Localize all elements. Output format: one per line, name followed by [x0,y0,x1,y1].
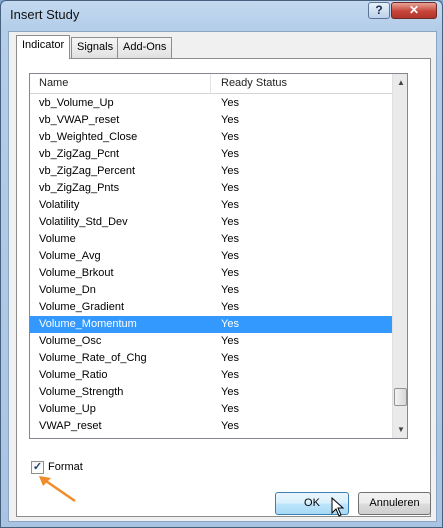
indicator-name: Volume_Ratio [39,369,108,381]
ready-status: Yes [221,199,239,211]
ready-status: Yes [221,148,239,160]
ready-status: Yes [221,335,239,347]
cancel-button[interactable]: Annuleren [358,492,431,515]
ready-status: Yes [221,301,239,313]
indicator-name: Volume_Avg [39,250,101,262]
indicator-name: WeightedClose [39,437,113,438]
indicator-name: Volume_Dn [39,284,96,296]
ready-status: Yes [221,97,239,109]
list-rows: vb_Volume_Up Yes vb_VWAP_reset Yes vb_Weight… [30,95,392,438]
ready-status: Yes [221,386,239,398]
list-item[interactable]: vb_Weighted_Close Yes [30,129,392,146]
list-item[interactable]: WeightedClose Yes [30,435,392,438]
list-item[interactable]: vb_Volume_Up Yes [30,95,392,112]
tab-indicator[interactable]: Indicator [16,35,71,59]
ready-status: Yes [221,216,239,228]
indicator-name: Volume_Momentum [39,318,137,330]
list-item[interactable]: Volume_Avg Yes [30,248,392,265]
list-item[interactable]: Volume_Osc Yes [30,333,392,350]
list-item[interactable]: vb_VWAP_reset Yes [30,112,392,129]
list-item[interactable]: Volume_Rate_of_Chg Yes [30,350,392,367]
list-item[interactable]: Volume_Momentum Yes [30,316,392,333]
indicator-name: Volatility_Std_Dev [39,216,128,228]
help-button[interactable]: ? [368,2,390,19]
indicator-name: Volatility [39,199,80,211]
indicator-name: vb_VWAP_reset [39,114,120,126]
annotation-arrow-icon [39,476,76,503]
insert-study-dialog: Insert Study ? ✕ Indicator Signals Add-O… [0,0,443,528]
list-item[interactable]: vb_ZigZag_Pcnt Yes [30,146,392,163]
ready-status: Yes [221,284,239,296]
indicator-name: vb_ZigZag_Percent [39,165,135,177]
list-item[interactable]: Volume_Brkout Yes [30,265,392,282]
indicator-name: Volume_Up [39,403,96,415]
column-header-ready-status[interactable]: Ready Status [221,77,287,89]
list-item[interactable]: Volume_Up Yes [30,401,392,418]
indicator-name: Volume_Rate_of_Chg [39,352,147,364]
scroll-down-arrow-icon[interactable]: ▼ [393,421,407,438]
tab-signals[interactable]: Signals [71,37,120,58]
indicator-name: vb_ZigZag_Pnts [39,182,120,194]
list-header: Name Ready Status [30,74,392,94]
dialog-client-area: Indicator Signals Add-Ons Name Ready Sta… [8,31,437,522]
indicator-name: VWAP_reset [39,420,102,432]
format-checkbox-label: Format [48,461,83,473]
ready-status: Yes [221,403,239,415]
ready-status: Yes [221,131,239,143]
ready-status: Yes [221,250,239,262]
scroll-thumb[interactable] [394,388,407,406]
indicator-name: Volume_Brkout [39,267,114,279]
ready-status: Yes [221,267,239,279]
indicator-name: vb_Volume_Up [39,97,114,109]
indicator-list[interactable]: Name Ready Status vb_Volume_Up Yes vb_VWAP… [29,73,408,439]
column-header-name[interactable]: Name [39,77,68,89]
window-title: Insert Study [10,7,80,22]
vertical-scrollbar[interactable]: ▲ ▼ [392,74,407,438]
indicator-name: vb_ZigZag_Pcnt [39,148,120,160]
list-item[interactable]: Volume_Dn Yes [30,282,392,299]
scroll-up-arrow-icon[interactable]: ▲ [393,74,407,91]
mouse-pointer-icon [331,497,345,517]
list-item[interactable]: Volume_Strength Yes [30,384,392,401]
indicator-name: Volume_Gradient [39,301,124,313]
ready-status: Yes [221,352,239,364]
indicator-name: Volume [39,233,76,245]
ready-status: Yes [221,233,239,245]
list-item[interactable]: Volume Yes [30,231,392,248]
ready-status: Yes [221,369,239,381]
list-item[interactable]: Volatility Yes [30,197,392,214]
list-item[interactable]: vb_ZigZag_Pnts Yes [30,180,392,197]
list-item[interactable]: VWAP_reset Yes [30,418,392,435]
indicator-name: vb_Weighted_Close [39,131,138,143]
tab-add-ons[interactable]: Add-Ons [117,37,173,58]
ready-status: Yes [221,165,239,177]
indicator-name: Volume_Strength [39,386,124,398]
list-item[interactable]: Volume_Ratio Yes [30,367,392,384]
list-item[interactable]: vb_ZigZag_Percent Yes [30,163,392,180]
ready-status: Yes [221,182,239,194]
ready-status: Yes [221,437,239,438]
close-button[interactable]: ✕ [391,2,437,19]
ready-status: Yes [221,318,239,330]
indicator-name: Volume_Osc [39,335,102,347]
ready-status: Yes [221,420,239,432]
ready-status: Yes [221,114,239,126]
column-divider[interactable] [210,74,211,94]
list-item[interactable]: Volatility_Std_Dev Yes [30,214,392,231]
list-item[interactable]: Volume_Gradient Yes [30,299,392,316]
